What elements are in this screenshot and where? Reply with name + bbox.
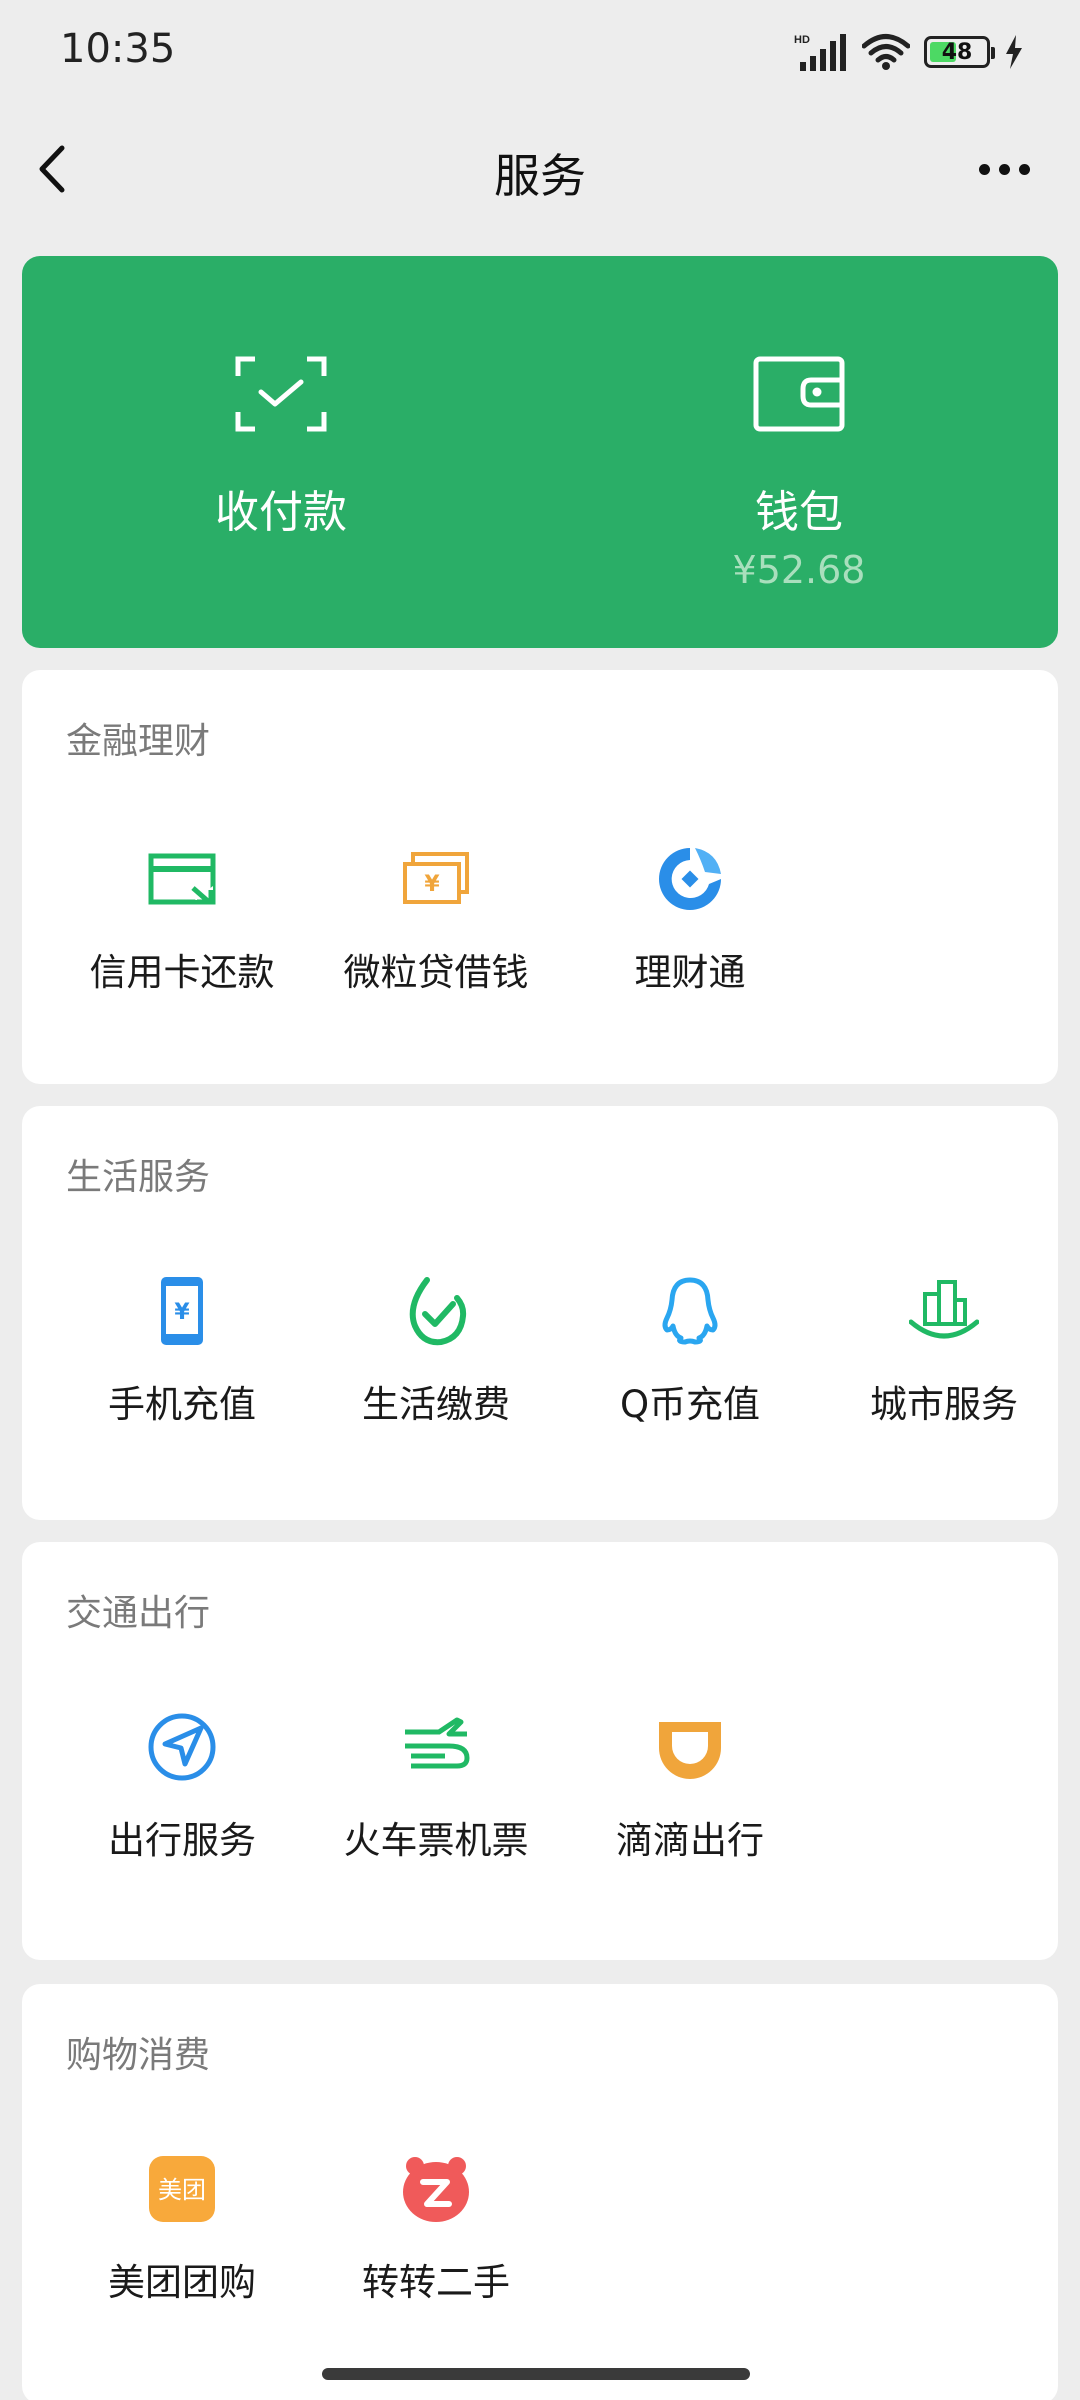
pay-card: 收付款 钱包 ¥52.68	[22, 256, 1058, 648]
battery-text: 48	[941, 39, 973, 65]
grid-label: 美团团购	[108, 2261, 256, 2304]
grid-label: 手机充值	[108, 1383, 256, 1426]
grid-label: 转转二手	[362, 2261, 510, 2304]
section-title: 生活服务	[66, 1157, 211, 1198]
navigation-button[interactable]: 出行服务	[55, 1712, 309, 1892]
grid-label: 生活缴费	[362, 1383, 510, 1426]
section-transport: 交通出行 出行服务 火车票机票 滴滴出行	[22, 1542, 1058, 1960]
signal-icon: HD	[794, 34, 846, 71]
grid-label: 微粒贷借钱	[343, 951, 529, 994]
section-shopping: 购物消费 美团 美团团购 转转二手	[22, 1984, 1058, 2400]
grid-label: 信用卡还款	[89, 951, 275, 994]
wifi-icon	[862, 34, 910, 70]
zhuanzhuan-button[interactable]: 转转二手	[309, 2154, 563, 2334]
status-bar: 10:35 HD 48	[0, 0, 1080, 104]
wealth-button[interactable]: 理财通	[563, 844, 817, 1024]
section-title: 交通出行	[66, 1593, 211, 1634]
more-button[interactable]	[964, 144, 1044, 194]
qq-coin-icon	[662, 1277, 718, 1345]
meituan-button[interactable]: 美团 美团团购	[55, 2154, 309, 2334]
nav-bar: 服务	[0, 104, 1080, 234]
wallet-balance: ¥52.68	[732, 548, 866, 592]
credit-card-repay-icon	[148, 853, 216, 905]
phone-topup-button[interactable]: ¥ 手机充值	[55, 1276, 309, 1456]
wallet-label: 钱包	[755, 487, 843, 538]
grid-label: 火车票机票	[343, 1819, 529, 1862]
grid-label: 出行服务	[108, 1819, 256, 1862]
status-time: 10:35	[60, 26, 176, 72]
charging-icon	[1006, 35, 1022, 69]
section-finance: 金融理财 信用卡还款 ¥ 微粒贷借钱 理财通	[22, 670, 1058, 1084]
navigation-icon	[148, 1713, 216, 1781]
scan-check-icon	[235, 356, 327, 432]
wealth-icon	[659, 848, 721, 910]
page-title: 服务	[494, 149, 586, 203]
receive-pay-label: 收付款	[215, 487, 347, 538]
status-icons: HD 48	[794, 30, 1024, 74]
train-plane-button[interactable]: 火车票机票	[309, 1712, 563, 1892]
grid-label: 城市服务	[870, 1383, 1018, 1426]
meituan-icon: 美团	[149, 2156, 215, 2222]
meituan-logo-text: 美团	[158, 2176, 206, 2204]
section-title: 购物消费	[66, 2035, 211, 2076]
loan-button[interactable]: ¥ 微粒贷借钱	[309, 844, 563, 1024]
loan-icon: ¥	[403, 852, 469, 904]
svg-text:¥: ¥	[174, 1300, 190, 1325]
utility-bill-button[interactable]: 生活缴费	[309, 1276, 563, 1456]
train-plane-icon	[405, 1717, 470, 1769]
didi-icon	[659, 1722, 721, 1779]
section-life: 生活服务 ¥ 手机充值 生活缴费 Q币充值 城市服务	[22, 1106, 1058, 1520]
more-dot	[978, 163, 990, 175]
network-label: HD	[794, 34, 810, 46]
svg-text:¥: ¥	[424, 872, 440, 897]
zhuanzhuan-icon	[403, 2157, 469, 2222]
city-service-button[interactable]: 城市服务	[817, 1276, 1071, 1456]
grid-label: 滴滴出行	[616, 1819, 764, 1862]
grid-label: Q币充值	[619, 1383, 761, 1426]
home-indicator[interactable]	[322, 2368, 750, 2380]
grid-label: 理财通	[634, 951, 746, 994]
more-dot	[998, 163, 1010, 175]
more-dot	[1018, 163, 1030, 175]
wallet-button[interactable]: 钱包 ¥52.68	[540, 256, 1058, 648]
utility-bill-icon	[409, 1277, 467, 1346]
qq-coin-button[interactable]: Q币充值	[563, 1276, 817, 1456]
didi-button[interactable]: 滴滴出行	[563, 1712, 817, 1892]
phone-topup-icon: ¥	[161, 1277, 203, 1345]
receive-pay-button[interactable]: 收付款	[22, 256, 540, 648]
wallet-icon	[753, 356, 845, 432]
credit-card-repay-button[interactable]: 信用卡还款	[55, 844, 309, 1024]
battery-icon: 48	[924, 36, 995, 68]
city-service-icon	[909, 1280, 979, 1339]
section-title: 金融理财	[66, 721, 211, 762]
